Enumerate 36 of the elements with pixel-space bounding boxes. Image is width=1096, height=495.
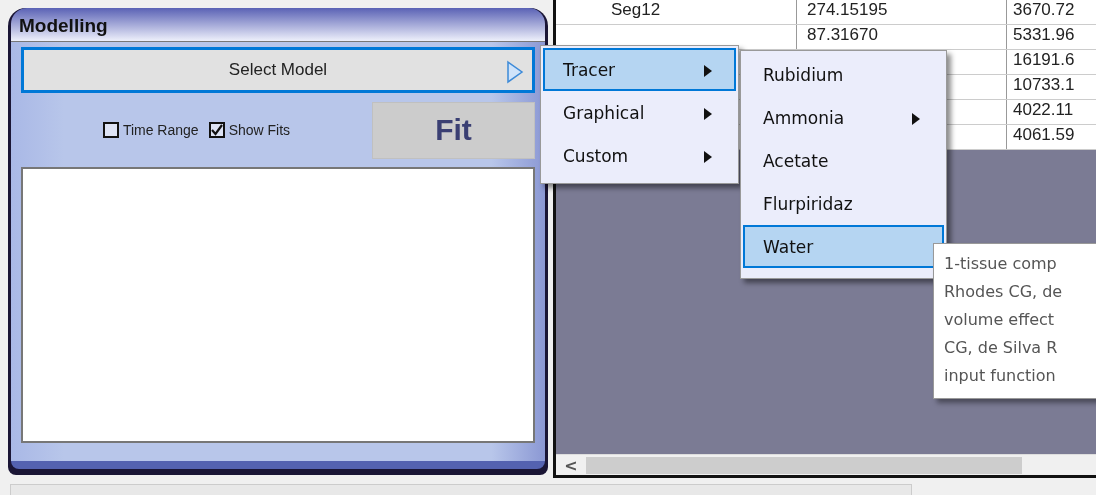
menu-item[interactable]: Custom (543, 134, 736, 177)
table-cell: 4061.59 (1013, 125, 1075, 144)
table-cell: 274.15195 (807, 0, 888, 19)
tooltip-text: CG, de Silva R (944, 337, 1058, 359)
checkbox[interactable] (208, 122, 225, 138)
table-cell: Seg12 (611, 0, 661, 19)
tooltip-text: Rhodes CG, de (944, 281, 1063, 303)
tooltip-text: volume effect (944, 309, 1055, 331)
menu-item[interactable]: Ammonia (743, 96, 944, 139)
tooltip-text: 1-tissue comp (944, 253, 1057, 275)
select-model-button[interactable]: Select Model (21, 47, 535, 93)
table-cell: 87.31670 (807, 25, 878, 44)
submenu-arrow-icon (704, 151, 712, 163)
play-arrow-icon (506, 60, 524, 84)
submenu-arrow-icon (704, 65, 712, 77)
scrollbar-thumb[interactable] (586, 456, 1022, 474)
table-cell: 3670.72 (1013, 0, 1075, 19)
tooltip-text: input function (944, 365, 1056, 387)
table-cell: 4022.11 (1013, 100, 1074, 119)
checkbox-label: Time Range (122, 122, 199, 138)
menu-item[interactable]: Rubidium (743, 53, 944, 96)
checkbox[interactable] (102, 122, 119, 138)
menu-item[interactable]: Acetate (743, 139, 944, 182)
menu-item[interactable]: Water (743, 225, 944, 268)
menu-item[interactable]: Tracer (543, 48, 736, 91)
scroll-left-button[interactable]: < (556, 455, 586, 475)
panel-title: Modelling (19, 15, 108, 37)
menu-item[interactable]: Flurpiridaz (743, 182, 944, 225)
fit-button[interactable]: Fit (372, 101, 535, 159)
checkbox-label: Show Fits (228, 122, 291, 138)
table-cell: 16191.6 (1013, 50, 1075, 69)
table-cell: 5331.96 (1013, 25, 1075, 44)
submenu-arrow-icon (704, 108, 712, 120)
table-cell: 10733.1 (1013, 75, 1075, 94)
horizontal-scrollbar[interactable]: < (556, 454, 1096, 475)
menu-item[interactable]: Graphical (543, 91, 736, 134)
